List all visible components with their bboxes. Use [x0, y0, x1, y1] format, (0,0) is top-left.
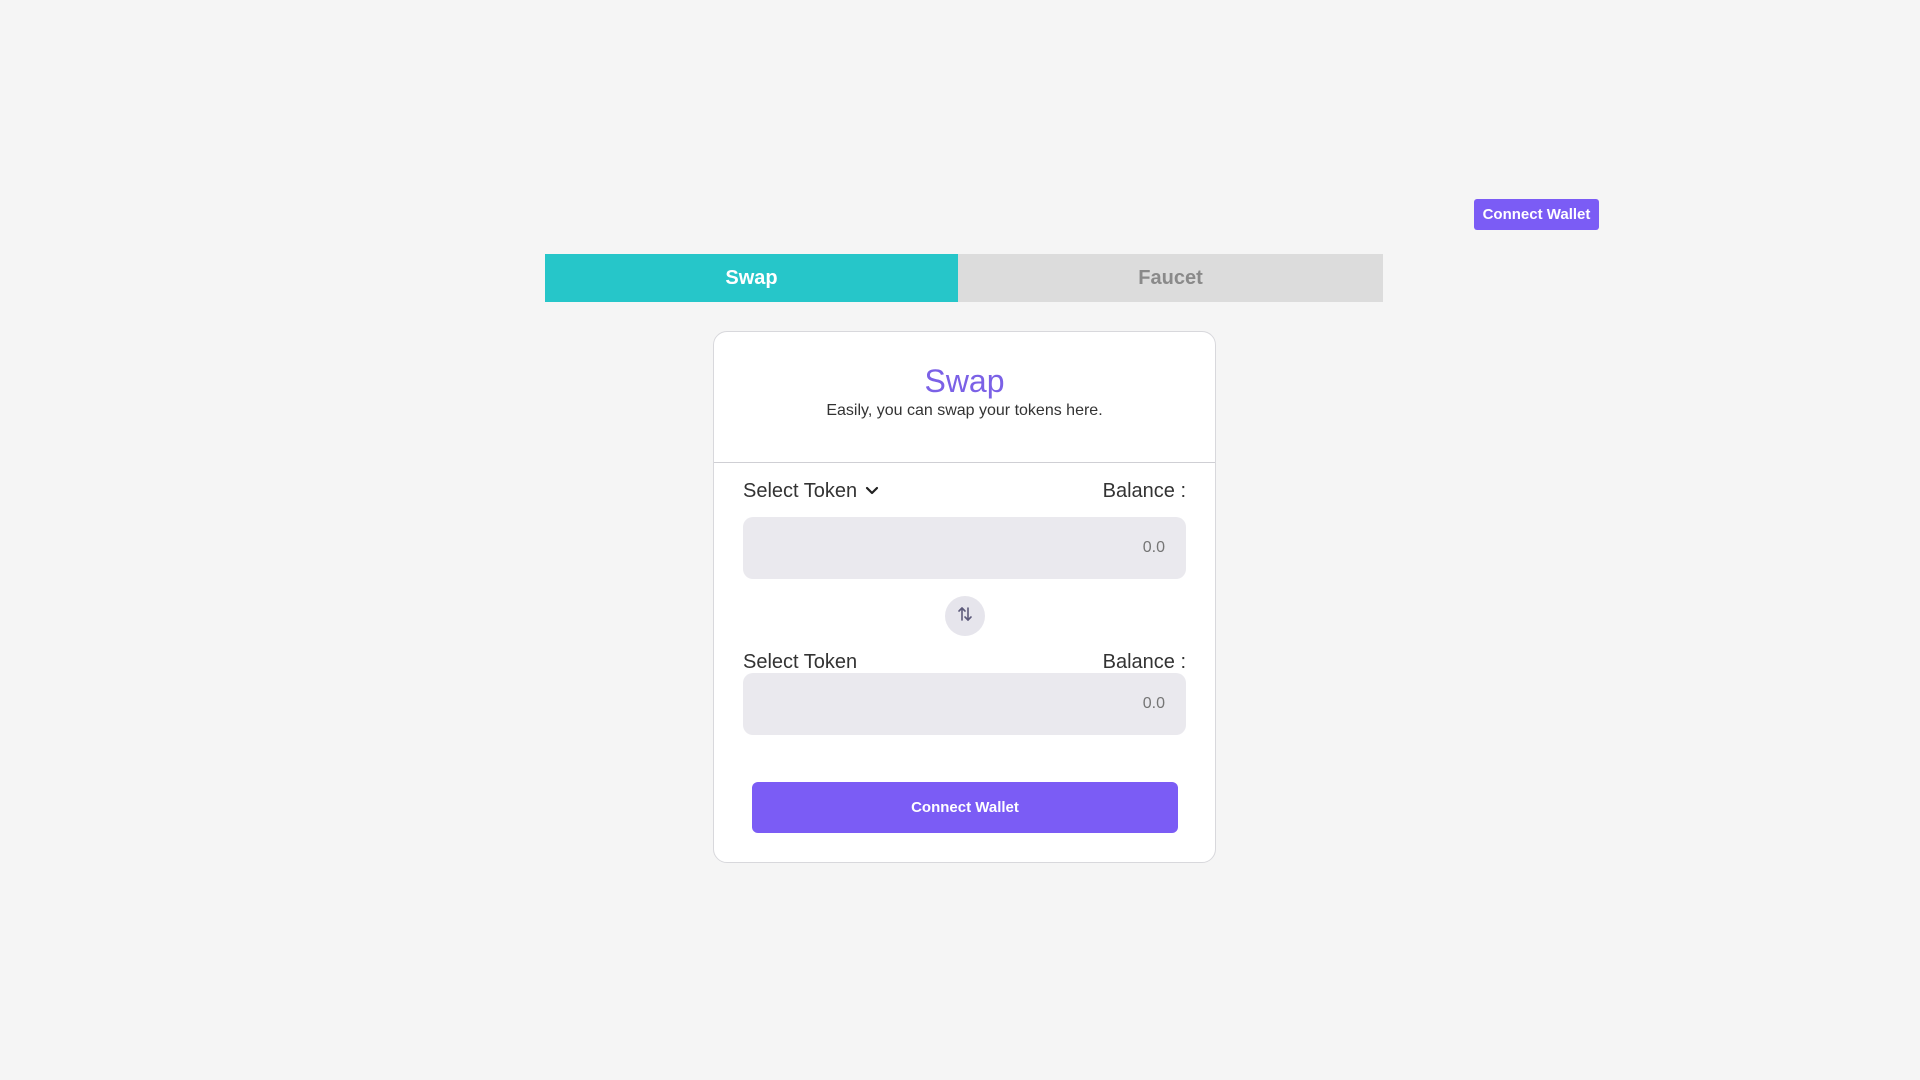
from-amount-input[interactable]	[743, 538, 1167, 558]
to-balance-label: Balance :	[1102, 650, 1186, 673]
swap-card: Swap Easily, you can swap your tokens he…	[713, 331, 1216, 863]
header-connect-wallet-button[interactable]: Connect Wallet	[1474, 199, 1599, 230]
swap-card-header: Swap Easily, you can swap your tokens he…	[714, 332, 1215, 463]
tab-bar: Swap Faucet	[545, 254, 1383, 302]
swap-card-title: Swap	[924, 363, 1005, 399]
tab-faucet[interactable]: Faucet	[958, 254, 1383, 302]
connect-wallet-button[interactable]: Connect Wallet	[752, 782, 1178, 833]
from-token-select[interactable]: Select Token	[743, 480, 879, 503]
to-amount-field[interactable]	[743, 673, 1186, 735]
from-balance-label: Balance :	[1102, 479, 1186, 502]
from-amount-field[interactable]	[743, 517, 1186, 579]
to-token-select-label: Select Token	[743, 650, 858, 673]
from-token-row: Select Token Balance :	[743, 477, 1186, 505]
to-amount-input[interactable]	[743, 694, 1167, 714]
swap-card-subtitle: Easily, you can swap your tokens here.	[826, 402, 1103, 419]
swap-direction-button[interactable]	[945, 596, 985, 636]
to-token-row: Select Token Balance :	[743, 648, 1186, 676]
swap-vertical-arrows-icon	[957, 605, 973, 628]
tab-swap[interactable]: Swap	[545, 254, 958, 302]
chevron-down-icon	[865, 486, 879, 496]
from-token-select-label: Select Token	[743, 479, 858, 502]
to-token-select[interactable]: Select Token	[743, 651, 857, 674]
